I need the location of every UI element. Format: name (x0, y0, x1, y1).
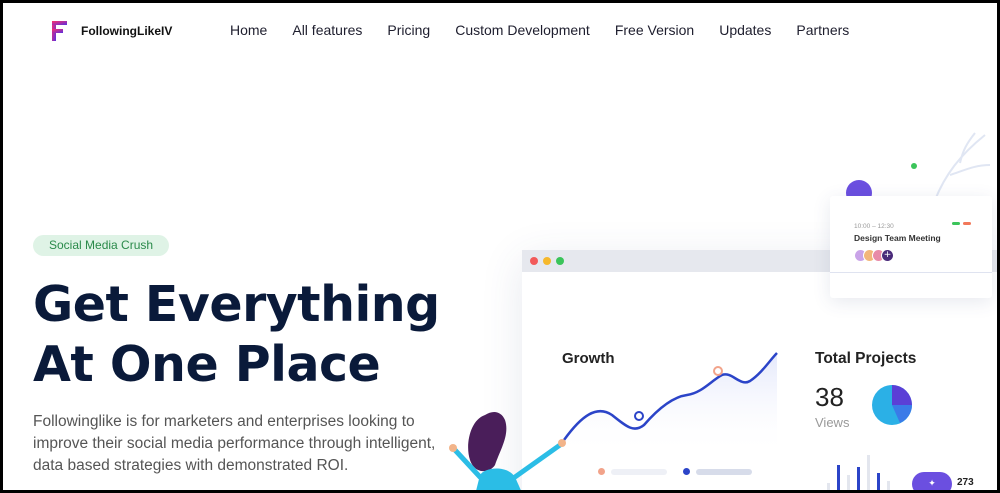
nav-pricing[interactable]: Pricing (387, 22, 430, 38)
window-close-dot (530, 257, 538, 265)
status-dot (952, 222, 960, 225)
meeting-avatars: + (854, 249, 894, 262)
main-menu: Home All features Pricing Custom Develop… (230, 22, 849, 38)
nav-custom-development[interactable]: Custom Development (455, 22, 590, 38)
legend-dot (683, 468, 690, 475)
bar (837, 465, 840, 493)
hero-title: Get Everything At One Place (33, 275, 493, 395)
pie-chart-icon (872, 385, 912, 425)
bar (847, 475, 850, 493)
logo-icon (52, 21, 68, 41)
chart-legend (598, 468, 752, 475)
bar-chart-mini (827, 455, 890, 493)
bar (867, 455, 870, 493)
nav-updates[interactable]: Updates (719, 22, 771, 38)
hero-title-line-2: At One Place (33, 336, 381, 393)
views-value: 38 (815, 382, 844, 412)
legend-bar (611, 468, 667, 475)
total-projects-label: Total Projects (815, 350, 917, 367)
hero-tag: Social Media Crush (33, 235, 170, 256)
brand-name: FollowingLikeIV (81, 24, 173, 38)
nav-partners[interactable]: Partners (796, 22, 849, 38)
bar (857, 467, 860, 493)
meeting-time: 10:00 – 12:30 (854, 223, 894, 230)
status-dot (963, 222, 971, 225)
add-avatar-icon: + (881, 249, 894, 262)
brand-logo[interactable]: FollowingLikeIV (52, 21, 172, 41)
plant-decoration-icon (911, 132, 991, 201)
person-illustration (449, 412, 566, 493)
top-navigation: FollowingLikeIV Home All features Pricin… (0, 0, 1000, 62)
legend-dot (598, 468, 605, 475)
card-divider (830, 272, 992, 273)
bar (827, 483, 830, 493)
hero-description: Followinglike is for marketers and enter… (33, 413, 436, 474)
meeting-card: 10:00 – 12:30 Design Team Meeting + (830, 196, 992, 298)
bar (887, 481, 890, 493)
nav-free-version[interactable]: Free Version (615, 22, 694, 38)
hero-illustration: Growth Total Projects 38 Views 10:00 – 1… (430, 120, 1000, 493)
nav-all-features[interactable]: All features (292, 22, 362, 38)
window-minimize-dot (543, 257, 551, 265)
hero-title-line-1: Get Everything (33, 276, 440, 333)
legend-bar (696, 468, 752, 475)
nav-home[interactable]: Home (230, 22, 267, 38)
chart-point (713, 366, 723, 376)
views-label: Views (815, 415, 850, 430)
window-maximize-dot (556, 257, 564, 265)
meeting-title: Design Team Meeting (854, 233, 941, 243)
reaction-badge: ✦ (912, 472, 952, 493)
chart-point (634, 411, 644, 421)
reaction-count: 273 (957, 477, 974, 488)
meeting-status (952, 222, 971, 225)
growth-line-chart (562, 352, 778, 455)
bar (877, 473, 880, 493)
